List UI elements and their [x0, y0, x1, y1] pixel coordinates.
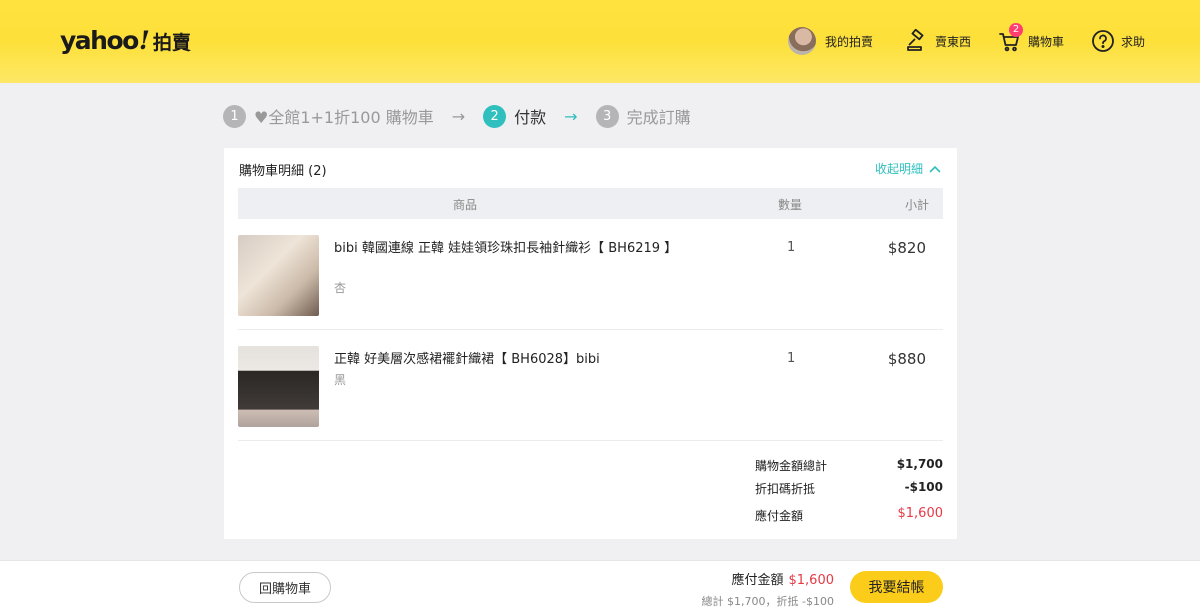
nav-help-label: 求助: [1121, 34, 1146, 49]
footer-due-value: $1,600: [788, 573, 835, 588]
product-variant: 杏: [334, 281, 347, 295]
step-arrow-icon: →: [564, 106, 578, 126]
logo-word: yahoo: [60, 26, 139, 55]
product-qty: 1: [787, 351, 796, 366]
cart-table-header: 商品 數量 小計: [238, 188, 943, 219]
step-2-label: 付款: [514, 108, 547, 127]
nav-my-auction[interactable]: 我的拍賣: [788, 26, 873, 56]
product-qty: 1: [787, 240, 796, 255]
column-product: 商品: [453, 198, 478, 212]
nav-my-auction-label: 我的拍賣: [825, 34, 874, 49]
step-1-label: ♥全館1+1折100 購物車: [254, 108, 434, 127]
logo-bang: !: [138, 26, 150, 55]
cart-icon: 2: [998, 23, 1023, 53]
help-icon: [1091, 29, 1115, 53]
back-to-cart-button[interactable]: 回購物車: [239, 572, 331, 603]
cart-item-row: bibi 韓國連線 正韓 娃娃領珍珠扣長袖針織衫【 BH6219 】 杏 1 $…: [238, 220, 943, 330]
product-price: $820: [887, 239, 926, 257]
step-3-number: 3: [595, 104, 619, 128]
column-qty: 數量: [778, 198, 803, 212]
collapse-details-label: 收起明細: [874, 162, 923, 176]
summary-due-value: $1,600: [897, 506, 944, 521]
step-3-label: 完成訂購: [626, 108, 691, 127]
nav-sell-label: 賣東西: [935, 34, 972, 49]
step-arrow-icon: →: [451, 106, 466, 126]
site-header: yahoo ! 拍賣 我的拍賣 賣東西 2 購物車 求助: [0, 0, 1200, 83]
cart-details-card: 購物車明細 (2) 收起明細 商品 數量 小計 bibi 韓國連線 正韓 娃娃領…: [224, 148, 957, 539]
column-subtotal: 小計: [904, 198, 929, 212]
checkout-steps: 1 ♥全館1+1折100 購物車 → 2 付款 → 3 完成訂購: [223, 103, 691, 129]
product-name[interactable]: 正韓 好美層次感裙襬針織裙【 BH6028】bibi: [334, 350, 694, 369]
footer-due-label: 應付金額: [731, 573, 784, 588]
step-1-number: 1: [223, 104, 246, 128]
chevron-up-icon: [929, 165, 941, 172]
nav-cart[interactable]: 2 購物車: [998, 23, 1065, 56]
summary-discount-label: 折扣碼折抵: [755, 482, 816, 496]
checkout-button[interactable]: 我要結帳: [850, 571, 943, 603]
checkout-footer-bar: 回購物車 應付金額 $1,600 總計 $1,700，折抵 -$100 我要結帳: [0, 560, 1200, 611]
summary-discount-value: -$100: [904, 480, 943, 494]
gavel-icon: [905, 28, 929, 53]
product-variant: 黑: [334, 373, 347, 387]
collapse-details-toggle[interactable]: 收起明細: [875, 160, 941, 177]
summary-total-value: $1,700: [896, 457, 943, 471]
cart-count-badge: 2: [1009, 23, 1023, 37]
product-price: $880: [887, 350, 926, 368]
summary-total-label: 購物金額總計: [755, 459, 828, 473]
footer-due: 應付金額 $1,600: [731, 569, 834, 588]
footer-breakdown: 總計 $1,700，折抵 -$100: [701, 595, 834, 608]
yahoo-auction-logo[interactable]: yahoo ! 拍賣: [60, 26, 191, 55]
cart-item-row: 正韓 好美層次感裙襬針織裙【 BH6028】bibi 黑 1 $880: [238, 331, 943, 441]
nav-help[interactable]: 求助: [1091, 26, 1145, 56]
nav-cart-label: 購物車: [1028, 34, 1065, 49]
product-thumbnail[interactable]: [238, 346, 319, 427]
logo-subtitle: 拍賣: [152, 32, 191, 54]
product-name[interactable]: bibi 韓國連線 正韓 娃娃領珍珠扣長袖針織衫【 BH6219 】: [334, 239, 694, 258]
nav-sell[interactable]: 賣東西: [905, 26, 971, 56]
cart-details-title: 購物車明細 (2): [239, 164, 327, 179]
avatar: [788, 27, 816, 55]
step-2-number: 2: [483, 104, 507, 128]
product-thumbnail[interactable]: [238, 235, 319, 316]
summary-due-label: 應付金額: [755, 509, 804, 523]
